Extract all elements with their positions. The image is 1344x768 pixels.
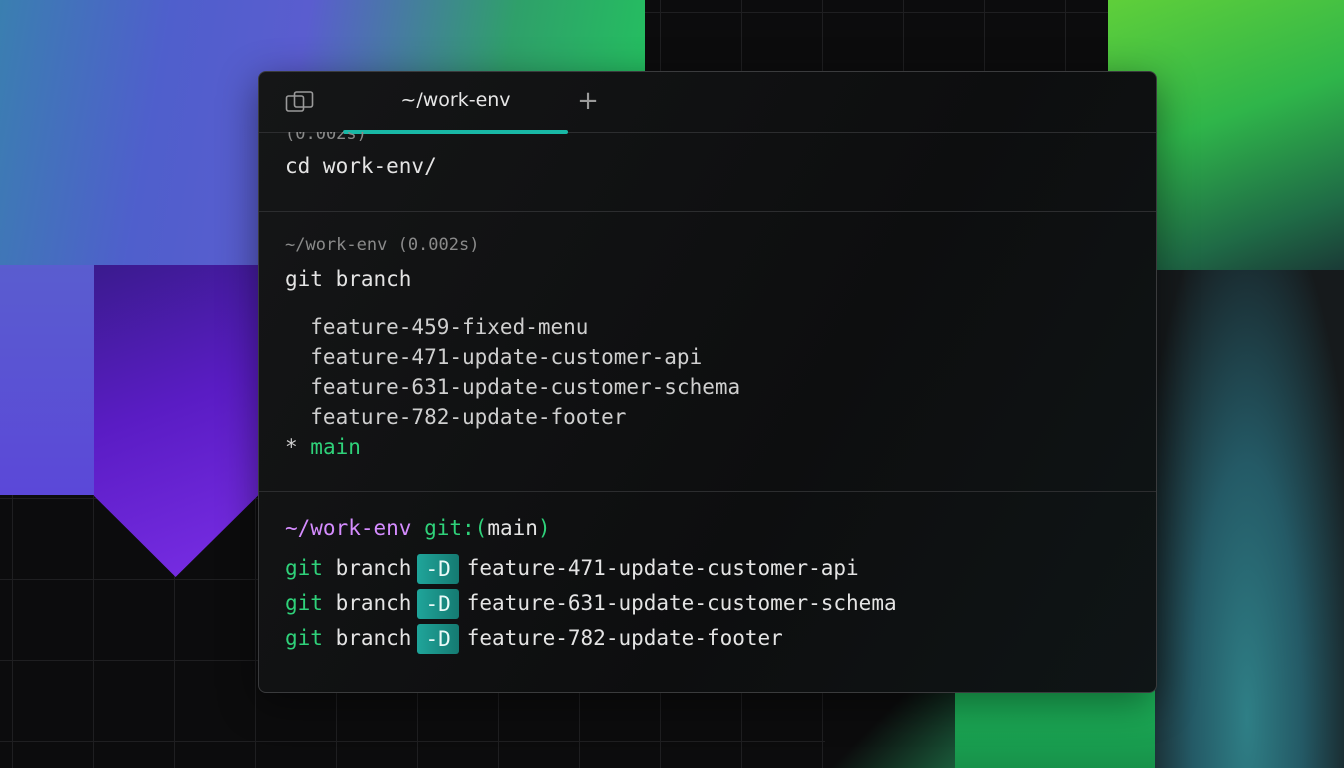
input-line[interactable]: git branch -D feature-782-update-footer [285, 623, 783, 654]
cmd-token: git [285, 626, 323, 650]
branch-line: feature-459-fixed-menu [285, 315, 589, 339]
terminal-window: ~/work-env + (0.002s) cd work-env/ ~/wor… [258, 71, 1157, 693]
input-editor[interactable]: ~/work-env git:(main) git branch -D featur… [259, 492, 1156, 692]
background-gradient-left-band [0, 265, 94, 495]
prompt-git-branch: main [487, 516, 538, 540]
block-command: cd work-env/ [285, 154, 437, 178]
cmd-token: git [285, 591, 323, 615]
branch-line: feature-782-update-footer [285, 405, 627, 429]
subcmd-token: branch [335, 626, 412, 650]
block-meta: (0.002s) [285, 124, 367, 144]
flag-chip[interactable]: -D [417, 589, 459, 619]
subcmd-token: branch [335, 591, 412, 615]
current-branch-name: main [310, 435, 361, 459]
prompt-git-prefix: git:( [424, 516, 488, 540]
background-shadow-bottom [825, 690, 955, 768]
flag-chip[interactable]: -D [417, 624, 459, 654]
branch-line: feature-631-update-customer-schema [285, 375, 741, 399]
arg-token: feature-471-update-customer-api [466, 556, 859, 580]
block-command: git branch [285, 267, 412, 291]
prompt-line: ~/work-env git:(main) [285, 516, 551, 540]
background-gradient-right-bottom [1150, 270, 1344, 768]
command-block-cd[interactable]: (0.002s) cd work-env/ [259, 72, 1156, 211]
command-block-git-branch[interactable]: ~/work-env (0.002s) git branch feature-4… [259, 212, 1156, 491]
subcmd-token: branch [335, 556, 412, 580]
app-stage: ~/work-env + (0.002s) cd work-env/ ~/wor… [0, 0, 1344, 768]
block-meta: ~/work-env (0.002s) [285, 235, 480, 255]
branch-line: feature-471-update-customer-api [285, 345, 703, 369]
arg-token: feature-631-update-customer-schema [466, 591, 897, 615]
branch-line-current: * main [285, 435, 361, 459]
input-line[interactable]: git branch -D feature-631-update-customer-… [285, 588, 897, 619]
cmd-token: git [285, 556, 323, 580]
arg-token: feature-782-update-footer [466, 626, 783, 650]
input-line[interactable]: git branch -D feature-471-update-customer-… [285, 553, 859, 584]
prompt-path: ~/work-env [285, 516, 412, 540]
prompt-git-suffix: ) [537, 516, 551, 540]
current-branch-marker: * [285, 435, 311, 459]
flag-chip[interactable]: -D [417, 554, 459, 584]
